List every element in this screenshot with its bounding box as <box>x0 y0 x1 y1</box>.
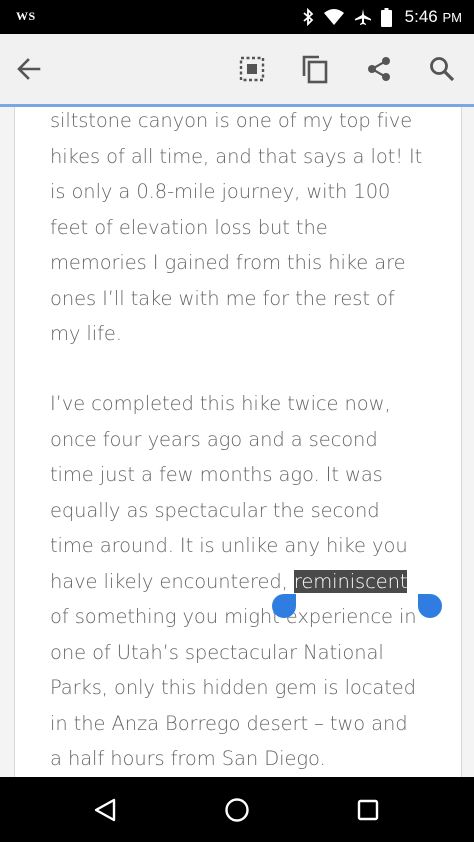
clock-ampm: PM <box>442 10 463 25</box>
wifi-icon <box>323 9 344 25</box>
text-line: I’ve completed this hike twice now, <box>50 392 391 415</box>
share-icon <box>368 57 390 81</box>
text-line: feet of elevation loss but the <box>50 215 328 239</box>
text-line: siltstone canyon is one of my top five <box>50 109 413 132</box>
nav-home-button[interactable] <box>222 795 252 825</box>
action-toolbar <box>0 34 474 107</box>
airplane-icon <box>354 9 371 25</box>
search-icon <box>430 57 455 82</box>
text-line: my life. <box>50 322 122 345</box>
clock: 5:46 PM <box>405 7 462 27</box>
copy-icon <box>302 55 328 84</box>
text-line: hikes of all time, and that says a lot! … <box>50 144 423 168</box>
paragraph-2: I’ve completed this hike twice now, once… <box>50 386 460 777</box>
text-line: time just a few months ago. It was <box>50 463 383 486</box>
text-line: in the Anza Borrego desert – two and <box>50 711 408 735</box>
search-button[interactable] <box>427 54 457 84</box>
selected-text[interactable]: reminiscent <box>293 569 408 593</box>
selection-start-handle[interactable] <box>272 594 296 618</box>
text-line-with-selection: have likely encountered, reminiscent <box>50 564 460 600</box>
battery-icon <box>380 7 392 27</box>
selection-end-handle[interactable] <box>418 594 442 618</box>
bluetooth-icon <box>303 8 313 26</box>
select-all-button[interactable] <box>237 54 267 84</box>
text-fragment: have likely encountered, <box>50 569 294 593</box>
arrow-left-icon <box>17 58 41 80</box>
text-line: is only a 0.8-mile journey, with 100 <box>50 180 391 203</box>
navigation-bar <box>0 777 474 842</box>
text-line: memories I gained from this hike are <box>50 251 406 274</box>
text-line: time around. It is unlike any hike you <box>50 534 408 557</box>
text-line: equally as spectacular the second <box>50 498 380 522</box>
text-line: once four years ago and a second <box>50 427 378 451</box>
carrier-badge: WS <box>16 9 36 23</box>
status-icons: 5:46 PM <box>302 0 462 34</box>
nav-recents-button[interactable] <box>353 795 383 825</box>
text-line: ones I’ll take with me for the rest of <box>50 286 395 310</box>
text-line: of something you might experience in <box>50 605 417 628</box>
status-bar: WS 5:46 PM <box>0 0 474 34</box>
back-button[interactable] <box>14 54 44 84</box>
text-line: Parks, only this hidden gem is located <box>50 676 416 699</box>
share-button[interactable] <box>364 54 394 84</box>
article-viewport[interactable]: siltstone canyon is one of my top five h… <box>0 107 474 777</box>
paragraph-1: siltstone canyon is one of my top five h… <box>50 107 460 352</box>
back-triangle-icon <box>94 798 116 822</box>
text-line: one of Utah’s spectacular National <box>50 640 384 664</box>
recents-square-icon <box>357 799 379 821</box>
clock-time: 5:46 <box>404 7 438 26</box>
text-line: a half hours from San Diego. <box>50 747 326 770</box>
nav-back-button[interactable] <box>90 795 120 825</box>
copy-button[interactable] <box>300 54 330 84</box>
select-all-icon <box>239 56 265 82</box>
home-circle-icon <box>225 798 249 822</box>
